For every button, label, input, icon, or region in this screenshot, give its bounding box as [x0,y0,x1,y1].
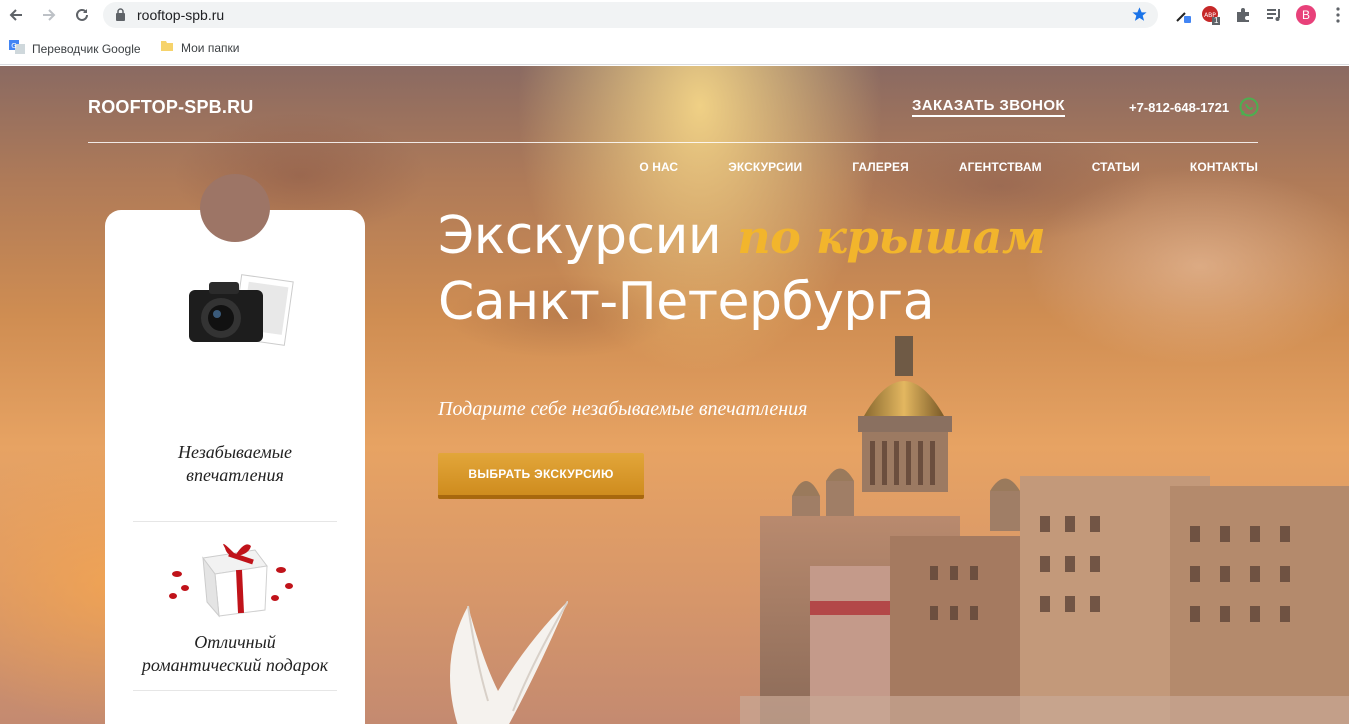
lock-icon [115,8,126,26]
hero-section: ROOFTOP-SPB.RU ЗАКАЗАТЬ ЗВОНОК +7-812-64… [0,66,1349,724]
bookmark-label: Переводчик Google [32,41,141,56]
nav-item-about[interactable]: О НАС [639,160,678,174]
back-button[interactable] [4,4,28,26]
bookmark-google-translate[interactable]: G Переводчик Google [9,39,141,58]
feature-2-line1: Отличный [194,632,276,652]
address-bar[interactable]: rooftop-spb.ru [103,2,1158,28]
white-dove-image [450,601,568,724]
feature-2-label: Отличный романтический подарок [105,631,365,677]
profile-initial: B [1296,5,1316,25]
camera-icon [189,274,294,346]
phone-number[interactable]: +7-812-648-1721 [1129,100,1229,115]
eyedropper-extension-icon[interactable] [1173,5,1193,25]
media-control-icon[interactable] [1264,5,1284,25]
browser-menu-icon[interactable] [1328,5,1348,25]
feature-1-line1: Незабываемые [178,442,292,462]
features-card: Незабываемые впечатления Отличный романт… [105,210,365,724]
url-text: rooftop-spb.ru [137,7,225,23]
adblock-extension-icon[interactable]: ABP 1 [1201,5,1221,25]
headline-highlight: по крышам [737,210,1046,264]
bookmark-my-folders[interactable]: Мои папки [160,39,239,56]
browser-toolbar: rooftop-spb.ru ABP 1 B [0,0,1349,30]
header-divider [88,142,1258,143]
spyglass-icon [163,720,323,724]
forward-button[interactable] [37,4,61,26]
hero-tagline: Подарите себе незабываемые впечатления [438,398,808,420]
cathedral-cityscape-image [740,336,1349,724]
hero-headline-line2: Санкт-Петербурга [438,272,935,332]
whatsapp-icon[interactable] [1239,97,1259,122]
reload-button[interactable] [70,4,94,26]
hero-headline: Экскурсии по крышам [438,206,1046,266]
feature-1-label: Незабываемые впечатления [105,441,365,487]
headline-part1: Экскурсии [438,206,738,266]
nav-item-excursions[interactable]: ЭКСКУРСИИ [728,160,802,174]
nav-item-agencies[interactable]: АГЕНТСТВАМ [959,160,1042,174]
profile-avatar[interactable]: B [1296,5,1316,25]
feature-1-line2: впечатления [186,465,284,485]
bookmark-label: Мои папки [181,40,240,55]
main-navigation: О НАС ЭКСКУРСИИ ГАЛЕРЕЯ АГЕНТСТВАМ СТАТЬ… [589,160,1258,174]
nav-item-articles[interactable]: СТАТЬИ [1092,160,1140,174]
folder-icon [160,39,174,56]
gift-icon [169,543,293,618]
nav-item-gallery[interactable]: ГАЛЕРЕЯ [852,160,909,174]
nav-item-contacts[interactable]: КОНТАКТЫ [1190,160,1258,174]
bookmark-star-icon[interactable] [1131,6,1148,28]
site-logo[interactable]: ROOFTOP-SPB.RU [88,97,253,118]
svg-text:G: G [11,42,16,50]
google-translate-icon: G [9,39,25,58]
order-callback-link[interactable]: ЗАКАЗАТЬ ЗВОНОК [912,97,1065,117]
card-notch [200,174,270,242]
feature-2-line2: романтический подарок [141,655,329,675]
feature-divider [133,521,337,522]
choose-excursion-button[interactable]: ВЫБРАТЬ ЭКСКУРСИЮ [438,453,644,499]
bookmarks-bar: G Переводчик Google Мои папки [0,30,1349,65]
extension-badge: 1 [1214,16,1219,25]
extensions-puzzle-icon[interactable] [1233,5,1253,25]
feature-divider [133,690,337,691]
